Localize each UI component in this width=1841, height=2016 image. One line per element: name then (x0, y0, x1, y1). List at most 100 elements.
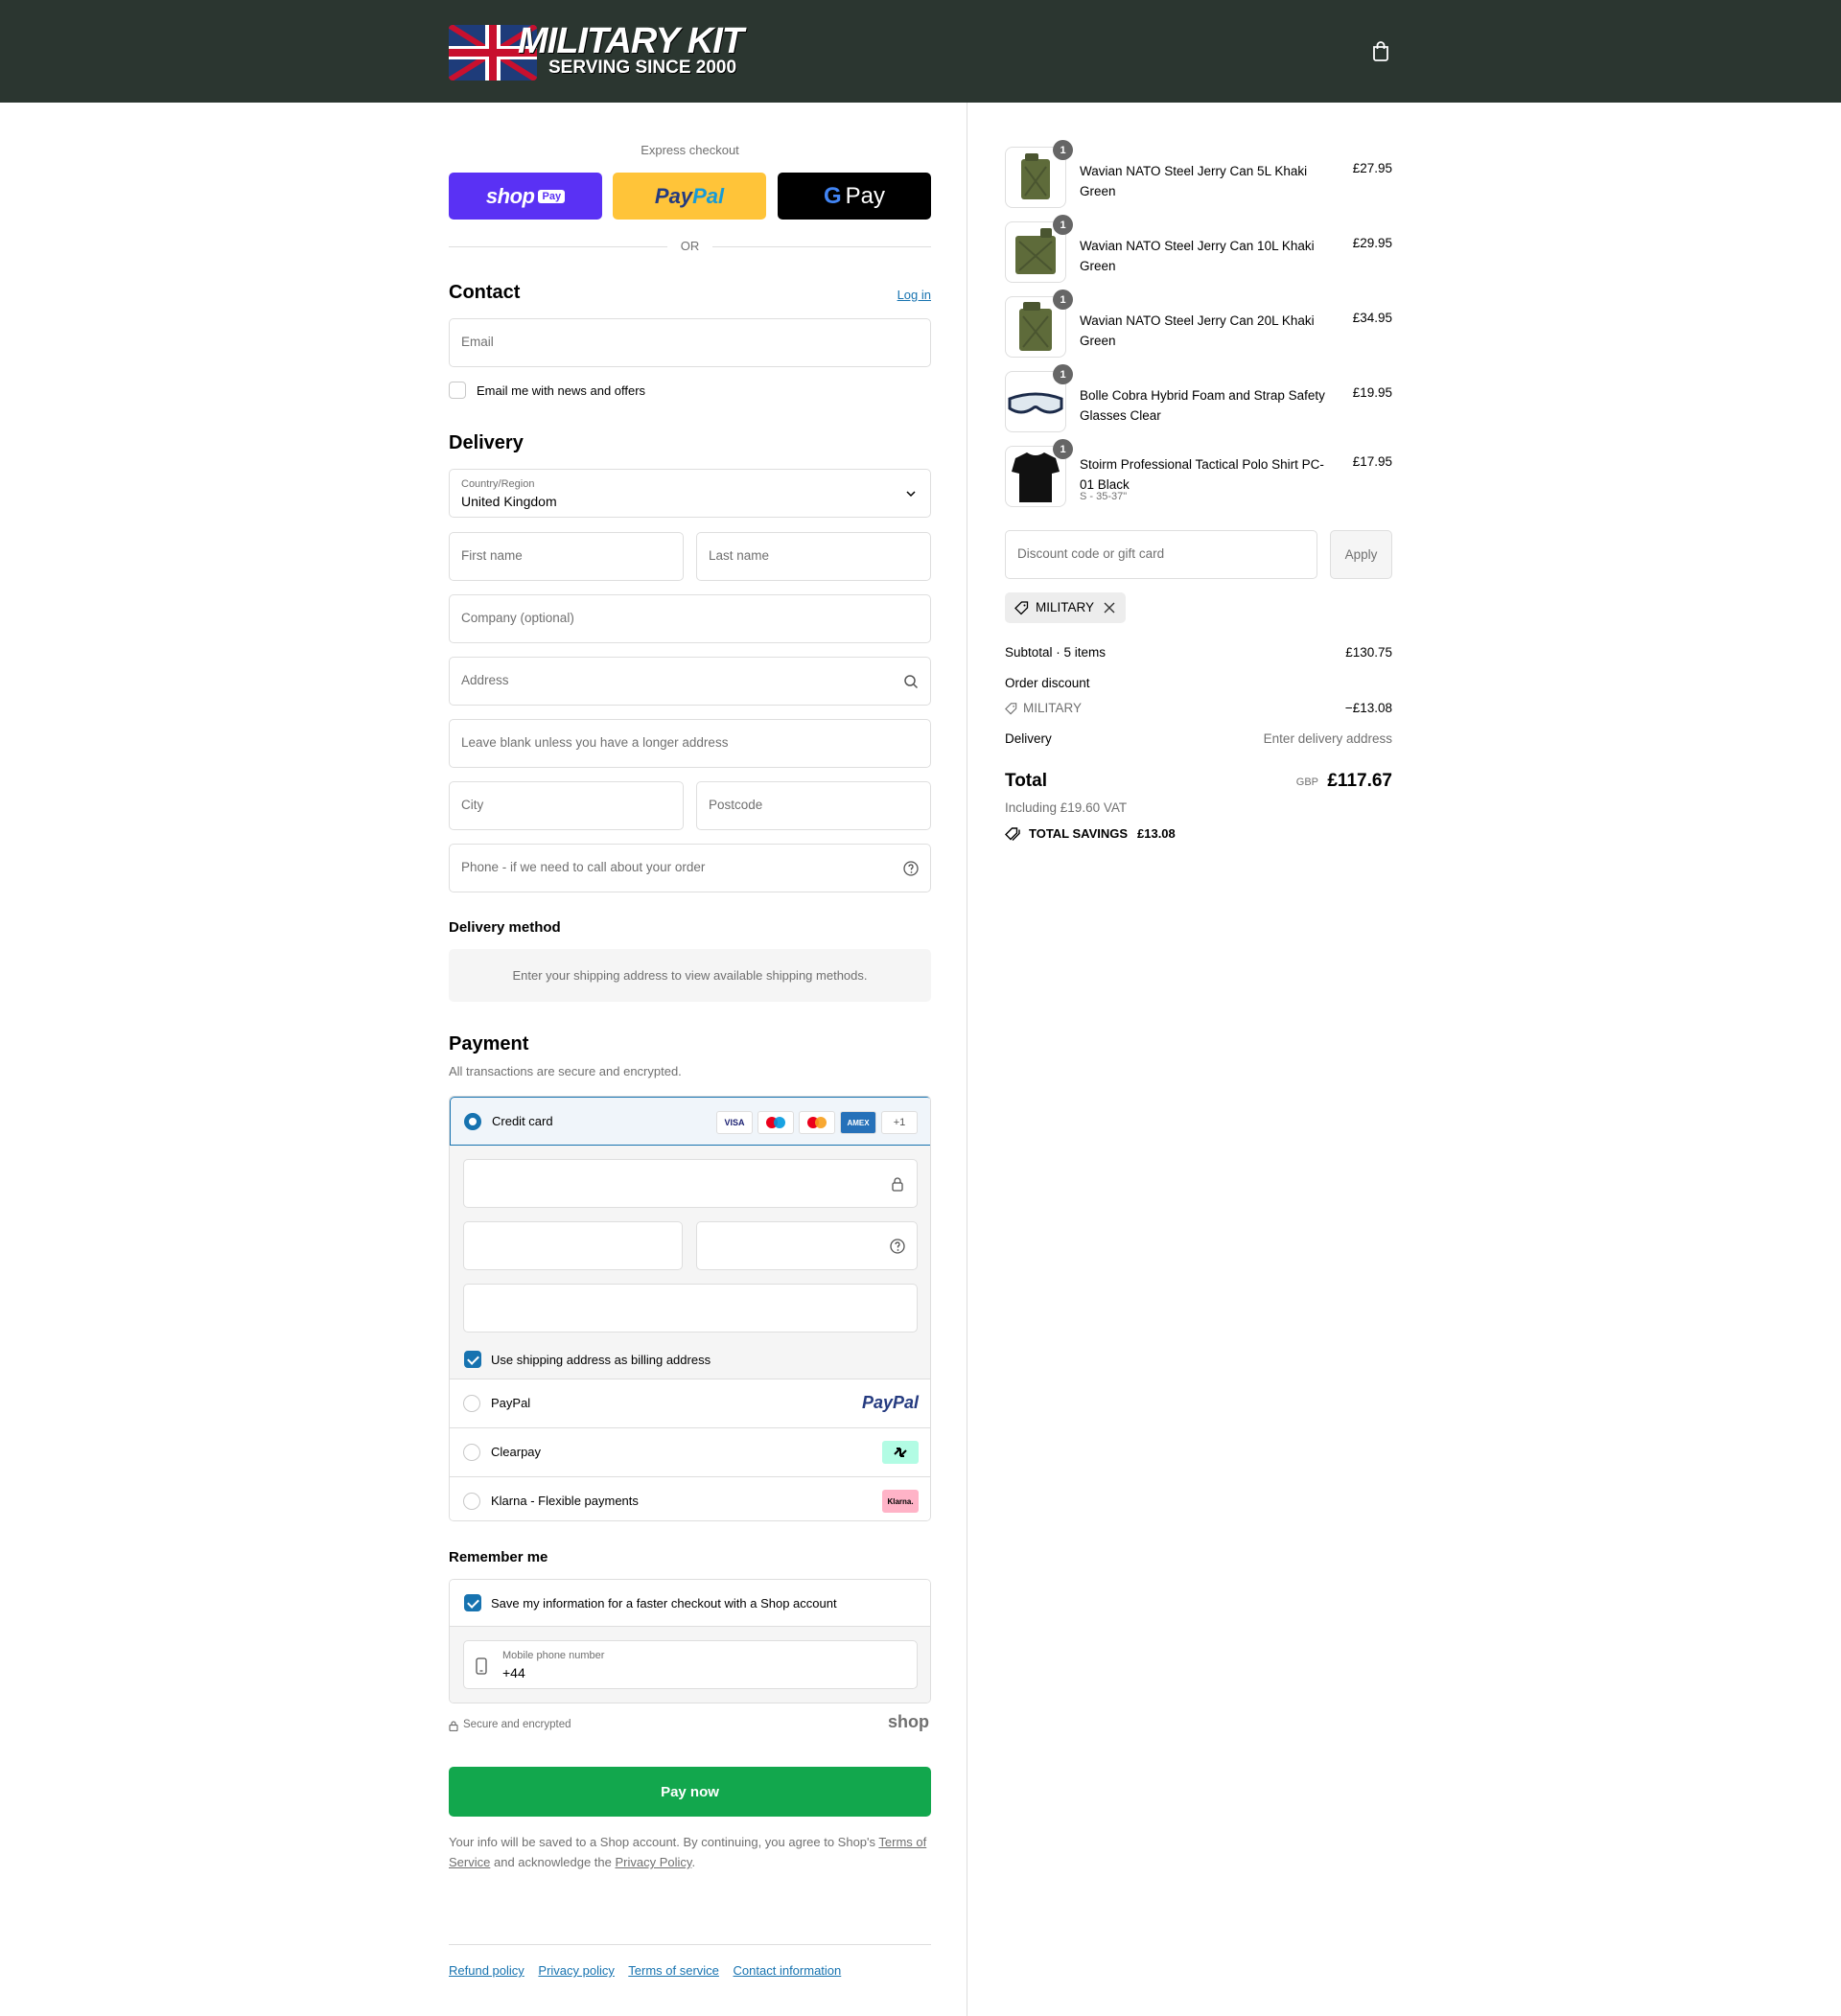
close-icon[interactable] (1104, 602, 1115, 614)
clearpay-radio[interactable] (463, 1444, 480, 1461)
credit-card-label: Credit card (492, 1114, 553, 1128)
apply-discount-button[interactable]: Apply (1330, 530, 1392, 579)
delivery-heading: Delivery (449, 432, 524, 453)
klarna-option[interactable]: Klarna - Flexible payments Klarna. (450, 1476, 930, 1520)
lock-icon (892, 1177, 903, 1192)
contact-information-link[interactable]: Contact information (734, 1963, 842, 1978)
save-info-checkbox[interactable] (464, 1594, 481, 1611)
total-savings-label: TOTAL SAVINGS (1029, 826, 1129, 841)
subtotal-value: £130.75 (1345, 645, 1392, 660)
security-code-field[interactable] (696, 1221, 918, 1270)
phone-field[interactable]: Phone - if we need to call about your or… (449, 844, 931, 892)
pay-now-button[interactable]: Pay now (449, 1767, 931, 1817)
item-name: Wavian NATO Steel Jerry Can 10L Khaki Gr… (1080, 239, 1315, 273)
login-link[interactable]: Log in (897, 288, 931, 302)
klarna-radio[interactable] (463, 1493, 480, 1510)
shop-pay-button[interactable]: shop Pay (449, 173, 602, 220)
footer-divider (449, 1944, 931, 1945)
mobile-phone-value: +44 (502, 1665, 525, 1680)
applied-discount-chip: MILITARY (1005, 592, 1126, 623)
terms-text-2: and acknowledge the (493, 1855, 612, 1869)
more-cards-badge: +1 (881, 1111, 918, 1134)
item-price: £34.95 (1352, 311, 1392, 325)
shop-pay-wordmark: shop (485, 183, 535, 208)
email-placeholder: Email (461, 335, 494, 349)
refund-policy-link[interactable]: Refund policy (449, 1963, 524, 1978)
chevron-down-icon (906, 491, 916, 498)
company-field[interactable]: Company (optional) (449, 594, 931, 643)
credit-card-form: Use shipping address as billing address (450, 1146, 930, 1379)
military-kit-logo[interactable]: MILITARY KIT SERVING SINCE 2000 (449, 21, 744, 82)
total-label: Total (1005, 771, 1047, 791)
card-number-field[interactable] (463, 1159, 918, 1208)
clearpay-icon (882, 1441, 919, 1464)
item-variant: S - 35-37" (1080, 491, 1128, 502)
total-savings-value: £13.08 (1137, 826, 1176, 841)
order-item: 1 Stoirm Professional Tactical Polo Shir… (1005, 439, 1392, 509)
tag-icon (1005, 703, 1017, 715)
paypal-wordmark-pay: Pay (654, 183, 693, 208)
order-item: 1 Wavian NATO Steel Jerry Can 5L Khaki G… (1005, 140, 1392, 210)
applied-code-label: MILITARY (1036, 600, 1095, 614)
name-on-card-field[interactable] (463, 1284, 918, 1332)
save-info-label: Save my information for a faster checkou… (491, 1596, 837, 1610)
google-pay-button[interactable]: G Pay (778, 173, 931, 220)
payment-methods: Credit card VISA AMEX +1 Use shipping ad… (449, 1096, 931, 1521)
billing-address-checkbox[interactable] (464, 1351, 481, 1368)
item-price: £29.95 (1352, 236, 1392, 250)
email-field[interactable]: Email (449, 318, 931, 367)
postcode-field[interactable]: Postcode (696, 781, 931, 830)
mobile-phone-field[interactable]: Mobile phone number +44 (463, 1640, 918, 1689)
paypal-radio[interactable] (463, 1395, 480, 1412)
help-circle-icon[interactable] (890, 1239, 905, 1254)
lock-icon (449, 1721, 458, 1731)
paypal-express-button[interactable]: Pay Pal (613, 173, 766, 220)
postcode-placeholder: Postcode (709, 798, 763, 812)
paypal-option-label: PayPal (491, 1396, 531, 1410)
quantity-badge: 1 (1053, 364, 1073, 384)
discount-value: −£13.08 (1344, 701, 1392, 715)
search-icon (904, 675, 919, 689)
terms-of-service-footer-link[interactable]: Terms of service (628, 1963, 719, 1978)
privacy-policy-link[interactable]: Privacy Policy (615, 1855, 691, 1869)
first-name-field[interactable]: First name (449, 532, 684, 581)
clearpay-option[interactable]: Clearpay (450, 1427, 930, 1476)
order-discount-label: Order discount (1005, 676, 1090, 690)
maestro-card-icon (757, 1111, 794, 1134)
paypal-option[interactable]: PayPal PayPal (450, 1379, 930, 1427)
delivery-label: Delivery (1005, 731, 1052, 746)
payment-heading: Payment (449, 1033, 529, 1054)
or-separator: OR (449, 237, 931, 256)
item-price: £27.95 (1352, 161, 1392, 175)
vat-note: Including £19.60 VAT (1005, 800, 1128, 815)
klarna-logo: Klarna. (882, 1490, 919, 1513)
save-info-row[interactable]: Save my information for a faster checkou… (450, 1580, 930, 1627)
mastercard-icon (799, 1111, 835, 1134)
or-label: OR (680, 239, 700, 253)
city-field[interactable]: City (449, 781, 684, 830)
amex-card-icon: AMEX (840, 1111, 876, 1134)
shipping-methods-note: Enter your shipping address to view avai… (449, 949, 931, 1002)
terms-text-1: Your info will be saved to a Shop accoun… (449, 1835, 876, 1849)
footer-links: Refund policy Privacy policy Terms of se… (449, 1963, 851, 1978)
item-name: Bolle Cobra Hybrid Foam and Strap Safety… (1080, 388, 1325, 423)
quantity-badge: 1 (1053, 290, 1073, 310)
country-select[interactable]: Country/Region United Kingdom (449, 469, 931, 518)
google-pay-label: Pay (845, 182, 886, 209)
last-name-field[interactable]: Last name (696, 532, 931, 581)
address-field[interactable]: Address (449, 657, 931, 706)
privacy-policy-footer-link[interactable]: Privacy policy (538, 1963, 614, 1978)
news-checkbox[interactable] (449, 382, 466, 399)
address2-field[interactable]: Leave blank unless you have a longer add… (449, 719, 931, 768)
total-value: £117.67 (1327, 771, 1392, 791)
help-circle-icon[interactable] (903, 861, 919, 876)
credit-card-option[interactable]: Credit card VISA AMEX +1 (450, 1097, 930, 1146)
expiry-field[interactable] (463, 1221, 683, 1270)
delivery-value: Enter delivery address (1263, 731, 1392, 746)
order-item: 1 Wavian NATO Steel Jerry Can 10L Khaki … (1005, 215, 1392, 285)
tags-icon (1005, 827, 1020, 841)
discount-code-field[interactable]: Discount code or gift card (1005, 530, 1317, 579)
first-name-placeholder: First name (461, 548, 523, 563)
credit-card-radio[interactable] (464, 1113, 481, 1130)
shopping-bag-icon[interactable] (1371, 40, 1390, 61)
